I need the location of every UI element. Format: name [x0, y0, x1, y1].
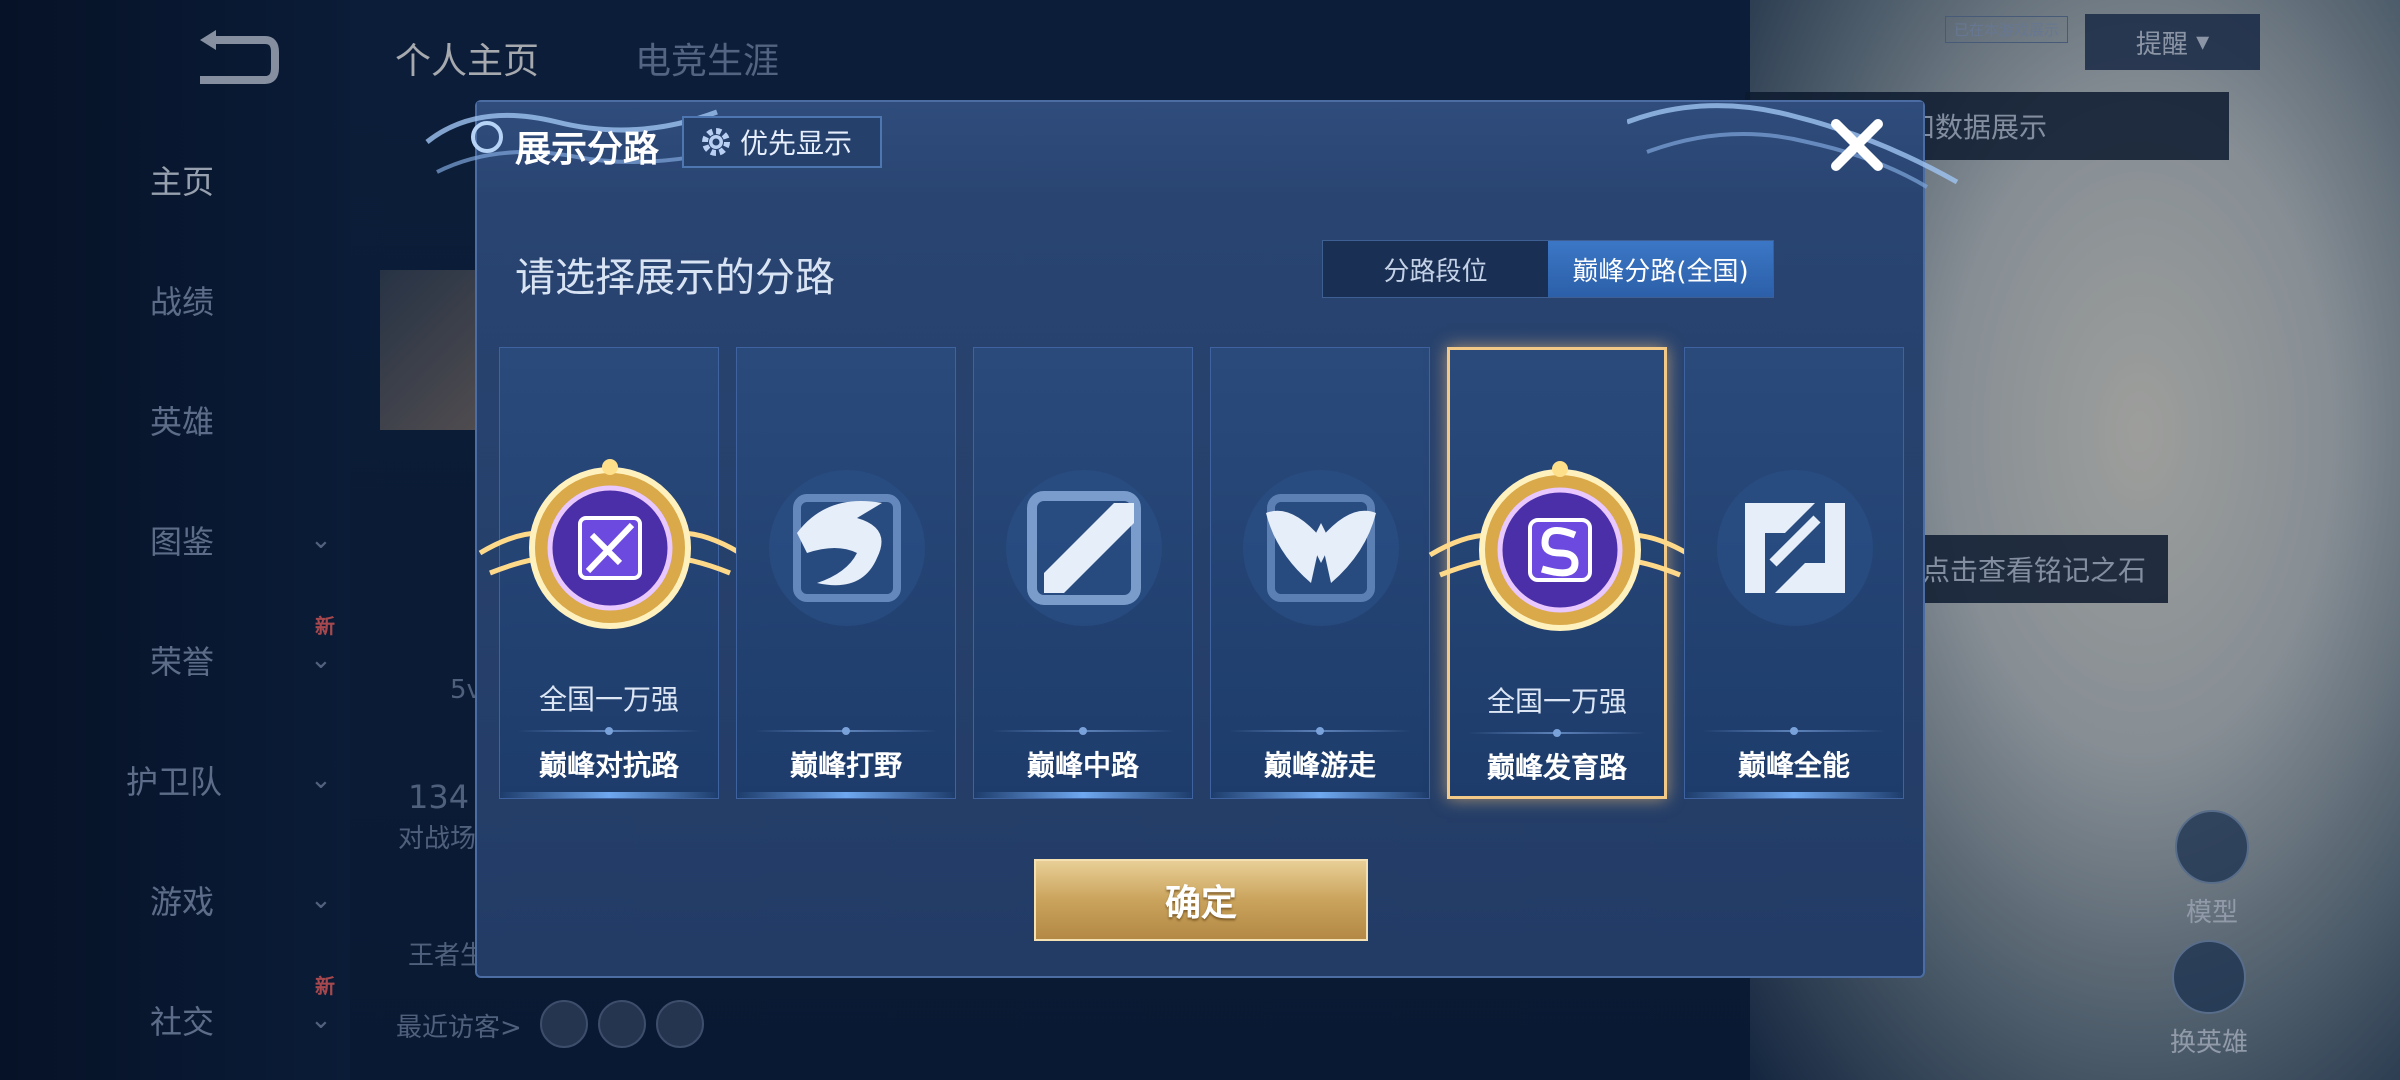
- card-divider: [1703, 727, 1885, 735]
- card-divider: [755, 727, 937, 735]
- card-glow: [737, 792, 955, 798]
- card-lane-name: 巅峰全能: [1737, 749, 1850, 782]
- lane-mode-toggle: 分路段位 巅峰分路(全国): [1322, 240, 1774, 298]
- priority-display-button[interactable]: 优先显示: [682, 116, 882, 168]
- card-lane-name: 巅峰发育路: [1486, 751, 1627, 784]
- card-glow: [500, 792, 718, 798]
- lane-display-dialog: 展示分路 优先显示 请选择展示的分路 分路段位 巅峰分路(全国) 全国一万强 巅…: [425, 100, 1959, 978]
- card-lane-name: 巅峰打野: [789, 749, 902, 782]
- card-lane-name: 巅峰对抗路: [538, 749, 679, 782]
- card-glow: [1211, 792, 1429, 798]
- lane-card-mid[interactable]: 巅峰中路: [973, 347, 1193, 799]
- confirm-button[interactable]: 确定: [1034, 859, 1368, 941]
- lane-card-jungle[interactable]: 巅峰打野: [736, 347, 956, 799]
- cloud-ornament-icon: [1627, 103, 1959, 189]
- card-glow: [1685, 792, 1903, 798]
- card-divider: [518, 727, 700, 735]
- peak-all-round-icon: [1717, 470, 1873, 626]
- lane-card-roam[interactable]: 巅峰游走: [1210, 347, 1430, 799]
- tab-lane-rank[interactable]: 分路段位: [1323, 241, 1548, 297]
- lane-card-top[interactable]: 全国一万强 巅峰对抗路: [478, 347, 742, 799]
- card-lane-name: 巅峰游走: [1263, 749, 1376, 782]
- dialog-title: 展示分路: [515, 129, 660, 170]
- card-glow: [974, 792, 1192, 798]
- card-lane-name: 巅峰中路: [1026, 749, 1139, 782]
- select-lane-prompt: 请选择展示的分路: [515, 255, 835, 301]
- close-icon[interactable]: [1822, 110, 1892, 180]
- card-rank-text: 全国一万强: [538, 683, 679, 716]
- card-rank-text: 全国一万强: [1486, 685, 1627, 718]
- card-divider: [1468, 729, 1646, 737]
- card-divider: [992, 727, 1174, 735]
- lane-card-list: 全国一万强 巅峰对抗路 巅峰打野 巅峰中路 巅峰游走 全国一万强 巅峰发育路 巅…: [478, 347, 1909, 799]
- lane-card-bot[interactable]: 全国一万强 巅峰发育路: [1428, 347, 1692, 799]
- card-divider: [1229, 727, 1411, 735]
- gear-icon: [702, 128, 730, 156]
- lane-card-all-round[interactable]: 巅峰全能: [1684, 347, 1904, 799]
- tab-peak-lane-national[interactable]: 巅峰分路(全国): [1548, 241, 1773, 297]
- peak-roam-wings-icon: [1243, 470, 1399, 626]
